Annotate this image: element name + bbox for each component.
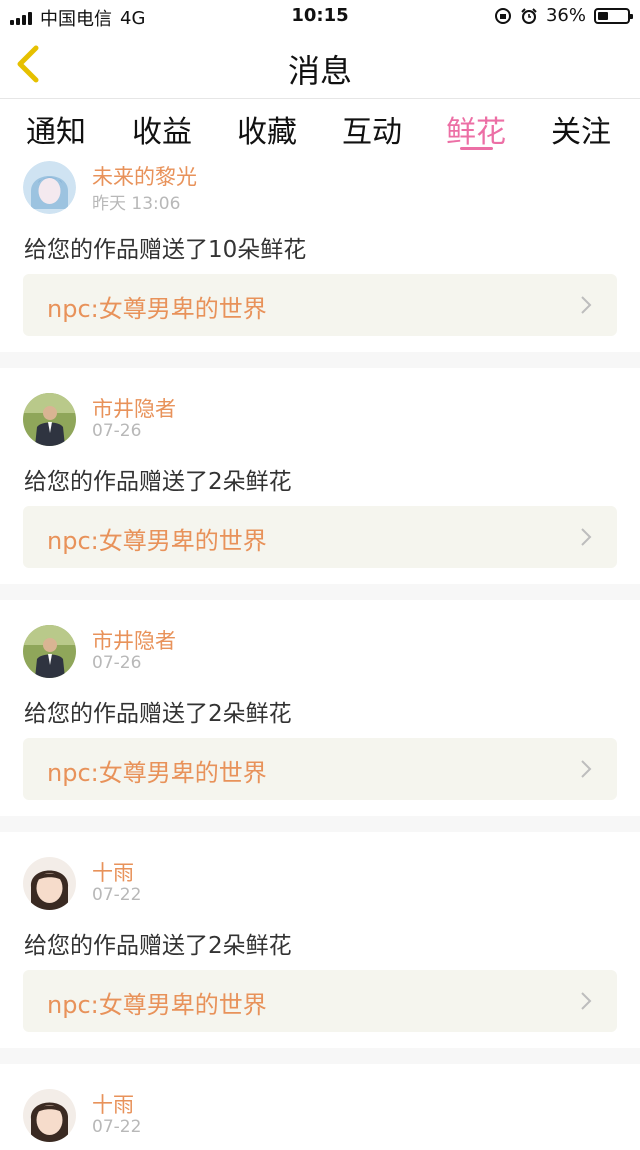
username[interactable]: 市井隐者 xyxy=(92,625,176,655)
chevron-right-icon xyxy=(581,992,592,1010)
avatar[interactable] xyxy=(23,625,76,678)
chevron-right-icon xyxy=(581,760,592,778)
work-link[interactable]: npc:女尊男卑的世界 xyxy=(23,274,617,336)
avatar[interactable] xyxy=(23,161,76,214)
work-link[interactable]: npc:女尊男卑的世界 xyxy=(23,970,617,1032)
list-item[interactable]: 未来的黎光 昨天 13:06 给您的作品赠送了10朵鲜花 npc:女尊男卑的世界 xyxy=(0,156,640,352)
work-title: npc:女尊男卑的世界 xyxy=(47,295,267,323)
man-avatar-icon xyxy=(23,393,76,446)
man-avatar-icon xyxy=(23,625,76,678)
list-item[interactable]: 十雨 07-22 xyxy=(0,1064,640,1150)
status-bar: 中国电信 4G 10:15 36% xyxy=(0,0,640,32)
tab-interaction[interactable]: 互动 xyxy=(342,107,402,151)
status-right: 36% xyxy=(494,5,633,26)
tab-favorites[interactable]: 收藏 xyxy=(237,107,297,151)
message-text: 给您的作品赠送了2朵鲜花 xyxy=(24,933,292,959)
work-title: npc:女尊男卑的世界 xyxy=(47,759,267,787)
divider xyxy=(0,352,640,368)
username[interactable]: 十雨 xyxy=(92,857,134,887)
divider xyxy=(0,584,640,600)
timestamp: 昨天 13:06 xyxy=(92,194,181,214)
rotation-lock-icon xyxy=(494,7,511,24)
alarm-icon xyxy=(521,7,537,24)
tab-follow[interactable]: 关注 xyxy=(551,107,611,151)
notification-list: 未来的黎光 昨天 13:06 给您的作品赠送了10朵鲜花 npc:女尊男卑的世界… xyxy=(0,156,640,1150)
girl-avatar-icon xyxy=(23,1089,76,1142)
work-link[interactable]: npc:女尊男卑的世界 xyxy=(23,506,617,568)
message-text: 给您的作品赠送了2朵鲜花 xyxy=(24,701,292,727)
timestamp: 07-22 xyxy=(92,1117,142,1137)
username[interactable]: 市井隐者 xyxy=(92,393,176,423)
tab-flowers[interactable]: 鲜花 xyxy=(446,107,506,151)
page-title: 消息 xyxy=(287,52,352,90)
divider xyxy=(0,816,640,832)
anime-avatar-icon xyxy=(23,161,76,214)
battery-percent: 36% xyxy=(545,5,586,26)
work-title: npc:女尊男卑的世界 xyxy=(47,527,267,555)
timestamp: 07-26 xyxy=(92,421,142,441)
timestamp: 07-26 xyxy=(92,653,142,673)
message-text: 给您的作品赠送了2朵鲜花 xyxy=(24,469,292,495)
active-tab-indicator xyxy=(460,147,493,150)
username[interactable]: 十雨 xyxy=(92,1089,134,1119)
list-item[interactable]: 十雨 07-22 给您的作品赠送了2朵鲜花 npc:女尊男卑的世界 xyxy=(0,832,640,1048)
message-text: 给您的作品赠送了10朵鲜花 xyxy=(24,237,307,263)
tab-earnings[interactable]: 收益 xyxy=(132,107,192,151)
girl-avatar-icon xyxy=(23,857,76,910)
avatar[interactable] xyxy=(23,857,76,910)
tab-bar: 通知 收益 收藏 互动 鲜花 关注 xyxy=(0,98,640,156)
avatar[interactable] xyxy=(23,393,76,446)
chevron-right-icon xyxy=(581,296,592,314)
chevron-right-icon xyxy=(581,528,592,546)
battery-icon xyxy=(594,7,633,24)
nav-bar: 消息 xyxy=(0,32,640,98)
username[interactable]: 未来的黎光 xyxy=(92,161,197,191)
timestamp: 07-22 xyxy=(92,885,142,905)
work-link[interactable]: npc:女尊男卑的世界 xyxy=(23,738,617,800)
divider xyxy=(0,1048,640,1064)
list-item[interactable]: 市井隐者 07-26 给您的作品赠送了2朵鲜花 npc:女尊男卑的世界 xyxy=(0,368,640,584)
tab-notify[interactable]: 通知 xyxy=(26,107,86,151)
work-title: npc:女尊男卑的世界 xyxy=(47,991,267,1019)
avatar[interactable] xyxy=(23,1089,76,1142)
list-item[interactable]: 市井隐者 07-26 给您的作品赠送了2朵鲜花 npc:女尊男卑的世界 xyxy=(0,600,640,816)
